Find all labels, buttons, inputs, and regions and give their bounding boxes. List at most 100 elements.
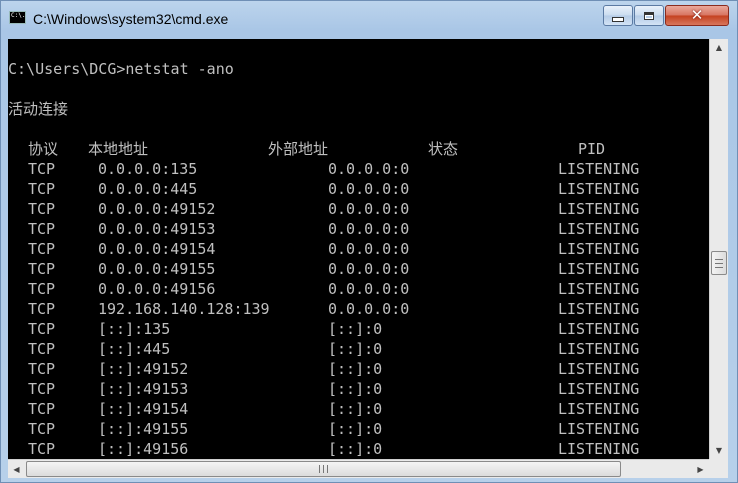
row-foreign-address: [::]:0 <box>328 340 383 358</box>
row-protocol: TCP <box>28 160 56 178</box>
row-foreign-address: 0.0.0.0:0 <box>328 180 410 198</box>
row-state: LISTENING <box>558 220 640 238</box>
row-local-address: 0.0.0.0:445 <box>98 180 198 198</box>
header-pid: PID <box>578 140 606 158</box>
scroll-right-icon[interactable]: ▶ <box>692 460 709 478</box>
row-foreign-address: 0.0.0.0:0 <box>328 260 410 278</box>
row-state: LISTENING <box>558 400 640 418</box>
table-row: TCP 0.0.0.0:49156 0.0.0.0:0 LISTENING <box>8 279 709 299</box>
row-protocol: TCP <box>28 320 56 338</box>
row-protocol: TCP <box>28 260 56 278</box>
row-foreign-address: [::]:0 <box>328 420 383 438</box>
row-protocol: TCP <box>28 280 56 298</box>
cmd-app-icon-text: C:\. <box>11 12 26 19</box>
row-foreign-address: 0.0.0.0:0 <box>328 300 410 318</box>
table-row: TCP 0.0.0.0:135 0.0.0.0:0 LISTENING <box>8 159 709 179</box>
row-local-address: 192.168.140.128:139 <box>98 300 270 318</box>
row-local-address: 0.0.0.0:135 <box>98 160 198 178</box>
table-row: TCP 0.0.0.0:49153 0.0.0.0:0 LISTENING <box>8 219 709 239</box>
row-protocol: TCP <box>28 420 56 438</box>
row-local-address: 0.0.0.0:49156 <box>98 280 216 298</box>
row-local-address: [::]:49154 <box>98 400 189 418</box>
vertical-scrollbar[interactable]: ▲ ▼ <box>709 39 728 459</box>
table-row: TCP [::]:135 [::]:0 LISTENING <box>8 319 709 339</box>
row-foreign-address: [::]:0 <box>328 440 383 458</box>
row-foreign-address: 0.0.0.0:0 <box>328 220 410 238</box>
minimize-icon <box>612 17 624 22</box>
row-local-address: [::]:135 <box>98 320 171 338</box>
row-state: LISTENING <box>558 260 640 278</box>
row-protocol: TCP <box>28 380 56 398</box>
close-icon: ✕ <box>690 6 704 24</box>
table-row: TCP [::]:49156 [::]:0 LISTENING <box>8 439 709 459</box>
console-output[interactable]: C:\Users\DCG>netstat -ano 活动连接 协议 本地地址 外… <box>8 39 709 459</box>
section-title: 活动连接 <box>8 100 69 118</box>
row-foreign-address: [::]:0 <box>328 400 383 418</box>
table-row: TCP 192.168.140.128:139 0.0.0.0:0 LISTENING <box>8 299 709 319</box>
cmd-app-icon[interactable]: C:\. <box>9 11 26 24</box>
table-header: 协议 本地地址 外部地址 状态 PID <box>8 139 709 159</box>
row-state: LISTENING <box>558 380 640 398</box>
window-title: C:\Windows\system32\cmd.exe <box>33 11 229 27</box>
table-row: TCP [::]:445 [::]:0 LISTENING <box>8 339 709 359</box>
vertical-scroll-thumb[interactable] <box>711 251 727 275</box>
row-local-address: 0.0.0.0:49154 <box>98 240 216 258</box>
table-row: TCP 0.0.0.0:445 0.0.0.0:0 LISTENING <box>8 179 709 199</box>
scroll-left-icon[interactable]: ◀ <box>8 460 25 478</box>
scroll-down-icon[interactable]: ▼ <box>710 442 728 459</box>
header-local-address: 本地地址 <box>88 140 149 158</box>
row-protocol: TCP <box>28 220 56 238</box>
row-protocol: TCP <box>28 200 56 218</box>
row-foreign-address: [::]:0 <box>328 360 383 378</box>
table-row: TCP [::]:49155 [::]:0 LISTENING <box>8 419 709 439</box>
row-state: LISTENING <box>558 440 640 458</box>
table-row: TCP 0.0.0.0:49152 0.0.0.0:0 LISTENING <box>8 199 709 219</box>
grip-icon <box>715 258 723 268</box>
row-state: LISTENING <box>558 320 640 338</box>
row-state: LISTENING <box>558 360 640 378</box>
maximize-button[interactable] <box>634 5 664 26</box>
row-local-address: 0.0.0.0:49155 <box>98 260 216 278</box>
row-protocol: TCP <box>28 360 56 378</box>
scrollbar-corner <box>709 459 728 478</box>
table-row: TCP [::]:49153 [::]:0 LISTENING <box>8 379 709 399</box>
row-state: LISTENING <box>558 420 640 438</box>
close-button[interactable]: ✕ <box>665 5 729 26</box>
row-foreign-address: 0.0.0.0:0 <box>328 200 410 218</box>
row-protocol: TCP <box>28 340 56 358</box>
row-foreign-address: [::]:0 <box>328 320 383 338</box>
table-row: TCP 0.0.0.0:49155 0.0.0.0:0 LISTENING <box>8 259 709 279</box>
header-protocol: 协议 <box>28 140 59 158</box>
row-protocol: TCP <box>28 400 56 418</box>
row-foreign-address: 0.0.0.0:0 <box>328 160 410 178</box>
table-row: TCP 0.0.0.0:49154 0.0.0.0:0 LISTENING <box>8 239 709 259</box>
row-local-address: [::]:49152 <box>98 360 189 378</box>
row-state: LISTENING <box>558 240 640 258</box>
row-protocol: TCP <box>28 240 56 258</box>
header-state: 状态 <box>428 140 459 158</box>
title-bar[interactable]: C:\. C:\Windows\system32\cmd.exe ✕ <box>1 1 737 39</box>
horizontal-scrollbar[interactable]: ◀ ▶ <box>8 459 709 478</box>
command-prompt-line: C:\Users\DCG>netstat -ano <box>8 60 234 78</box>
row-state: LISTENING <box>558 180 640 198</box>
horizontal-scroll-thumb[interactable] <box>26 461 621 477</box>
row-foreign-address: [::]:0 <box>328 380 383 398</box>
maximize-icon <box>644 11 654 20</box>
table-row: TCP [::]:49154 [::]:0 LISTENING <box>8 399 709 419</box>
minimize-button[interactable] <box>603 5 633 26</box>
row-local-address: [::]:49156 <box>98 440 189 458</box>
row-state: LISTENING <box>558 160 640 178</box>
row-state: LISTENING <box>558 300 640 318</box>
row-local-address: 0.0.0.0:49152 <box>98 200 216 218</box>
row-protocol: TCP <box>28 300 56 318</box>
header-foreign-address: 外部地址 <box>268 140 329 158</box>
row-state: LISTENING <box>558 280 640 298</box>
scroll-up-icon[interactable]: ▲ <box>710 39 728 56</box>
row-local-address: [::]:49155 <box>98 420 189 438</box>
cmd-window: C:\. C:\Windows\system32\cmd.exe ✕ C:\Us… <box>0 0 738 483</box>
row-foreign-address: 0.0.0.0:0 <box>328 280 410 298</box>
row-protocol: TCP <box>28 440 56 458</box>
row-protocol: TCP <box>28 180 56 198</box>
row-foreign-address: 0.0.0.0:0 <box>328 240 410 258</box>
row-local-address: 0.0.0.0:49153 <box>98 220 216 238</box>
